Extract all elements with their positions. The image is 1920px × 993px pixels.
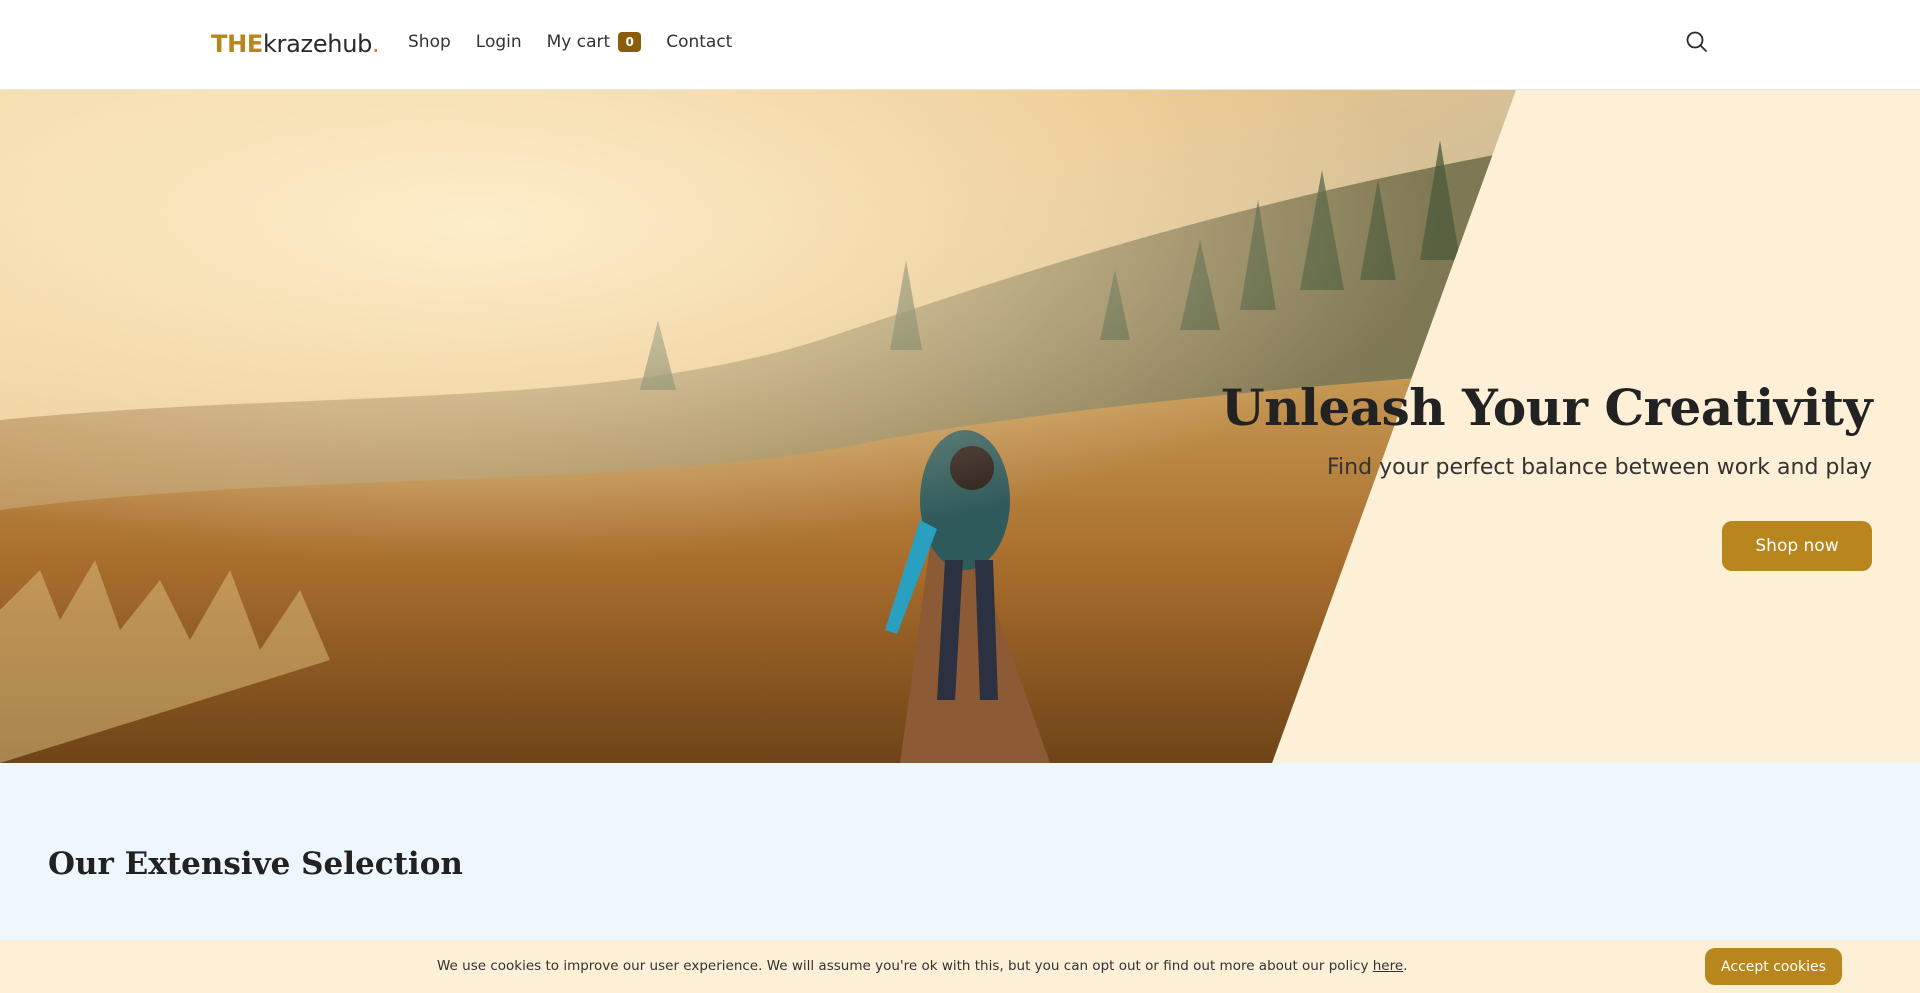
selection-title: Our Extensive Selection	[48, 846, 463, 882]
cookie-text-end: .	[1403, 958, 1408, 974]
shop-now-button[interactable]: Shop now	[1722, 521, 1872, 571]
cookie-policy-link[interactable]: here	[1373, 958, 1403, 974]
logo-prefix: THE	[211, 30, 263, 58]
nav-contact-link[interactable]: Contact	[666, 32, 732, 52]
accept-cookies-button[interactable]: Accept cookies	[1705, 948, 1842, 985]
search-icon[interactable]	[1684, 30, 1710, 56]
main-nav: Shop Login My cart 0 Contact	[408, 32, 757, 52]
selection-section: Our Extensive Selection	[0, 763, 1920, 943]
cart-count-badge: 0	[618, 32, 642, 52]
logo-suffix: .	[372, 30, 380, 58]
nav-cart-link[interactable]: My cart 0	[547, 32, 642, 52]
site-header: THEkrazehub. Shop Login My cart 0 Contac…	[0, 0, 1920, 90]
hero-banner: Unleash Your Creativity Find your perfec…	[0, 90, 1920, 763]
cart-label: My cart	[546, 32, 611, 52]
cookie-text: We use cookies to improve our user exper…	[437, 958, 1373, 974]
nav-login-link[interactable]: Login	[476, 32, 522, 52]
hero-subtitle: Find your perfect balance between work a…	[1327, 455, 1872, 480]
hero-title: Unleash Your Creativity	[1221, 378, 1873, 437]
nav-shop-link[interactable]: Shop	[408, 32, 451, 52]
hero-copy: Unleash Your Creativity Find your perfec…	[1221, 378, 1873, 480]
site-logo[interactable]: THEkrazehub.	[211, 30, 380, 58]
cookie-message: We use cookies to improve our user exper…	[437, 958, 1407, 974]
cookie-banner: We use cookies to improve our user exper…	[0, 940, 1920, 993]
logo-name: krazehub	[262, 30, 373, 58]
